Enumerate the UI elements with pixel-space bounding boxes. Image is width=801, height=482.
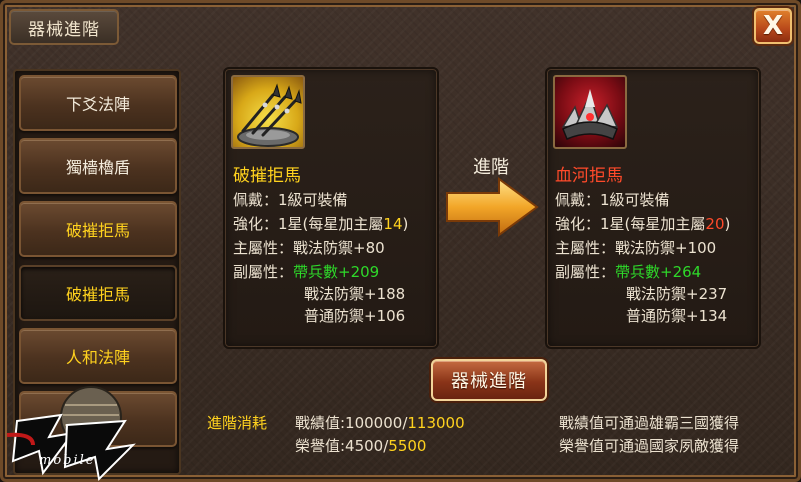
current-sub-attr-2: 戰法防禦+188 bbox=[304, 285, 406, 303]
next-main-attr: 主屬性：戰法防禦+100 bbox=[555, 239, 717, 257]
current-item-card: 破摧拒馬 佩戴：1級可裝備 強化：1星(每星加主屬14) 主屬性：戰法防禦+80… bbox=[223, 67, 439, 349]
merit-hint: 戰績值可通過雄霸三國獲得 bbox=[559, 414, 740, 432]
arrow-label: 進階 bbox=[473, 157, 509, 178]
right-arrow-icon bbox=[446, 177, 539, 237]
window-title: 器械進階 bbox=[9, 9, 119, 45]
sidebar-item-2[interactable]: 獨檣櫓盾 bbox=[19, 138, 177, 194]
current-sub-attr-3: 普通防禦+106 bbox=[304, 307, 406, 325]
current-equip: 佩戴：1級可裝備 bbox=[233, 191, 348, 209]
sidebar-item-1[interactable]: 下爻法陣 bbox=[19, 75, 177, 131]
current-main-attr: 主屬性：戰法防禦+80 bbox=[233, 239, 385, 257]
current-sub-attr: 副屬性：帶兵數+209 bbox=[233, 263, 380, 281]
next-sub-attr: 副屬性：帶兵數+264 bbox=[555, 263, 702, 281]
upgrade-window: 器械進階 X 下爻法陣 獨檣櫓盾 破摧拒馬 破摧拒馬 人和法陣 破摧拒馬 佩戴：… bbox=[0, 0, 801, 482]
sidebar-item-3[interactable]: 破摧拒馬 bbox=[19, 201, 177, 257]
cost-label: 進階消耗 bbox=[207, 414, 268, 432]
next-item-name: 血河拒馬 bbox=[555, 166, 623, 186]
game-logo: mobile bbox=[3, 375, 153, 482]
current-item-name: 破摧拒馬 bbox=[233, 166, 301, 186]
close-button[interactable]: X bbox=[754, 8, 792, 44]
next-equip: 佩戴：1級可裝備 bbox=[555, 191, 670, 209]
red-spike-barricade-icon[interactable] bbox=[553, 75, 627, 149]
upgrade-button[interactable]: 器械進階 bbox=[431, 359, 547, 401]
next-sub-attr-3: 普通防禦+134 bbox=[626, 307, 728, 325]
sidebar-item-selected[interactable]: 破摧拒馬 bbox=[19, 265, 177, 321]
current-enhance: 強化：1星(每星加主屬14) bbox=[233, 215, 409, 233]
next-item-card: 血河拒馬 佩戴：1級可裝備 強化：1星(每星加主屬20) 主屬性：戰法防禦+10… bbox=[545, 67, 761, 349]
merit-cost: 戰績值:100000/113000 bbox=[295, 414, 465, 432]
upgrade-arrow: 進階 bbox=[443, 153, 543, 263]
next-enhance: 強化：1星(每星加主屬20) bbox=[555, 215, 731, 233]
honor-cost: 榮譽值:4500/5500 bbox=[295, 437, 427, 455]
logo-text: mobile bbox=[39, 453, 96, 468]
triple-spear-icon[interactable] bbox=[231, 75, 305, 149]
honor-hint: 榮譽值可通過國家夙敵獲得 bbox=[559, 437, 740, 455]
next-sub-attr-2: 戰法防禦+237 bbox=[626, 285, 728, 303]
